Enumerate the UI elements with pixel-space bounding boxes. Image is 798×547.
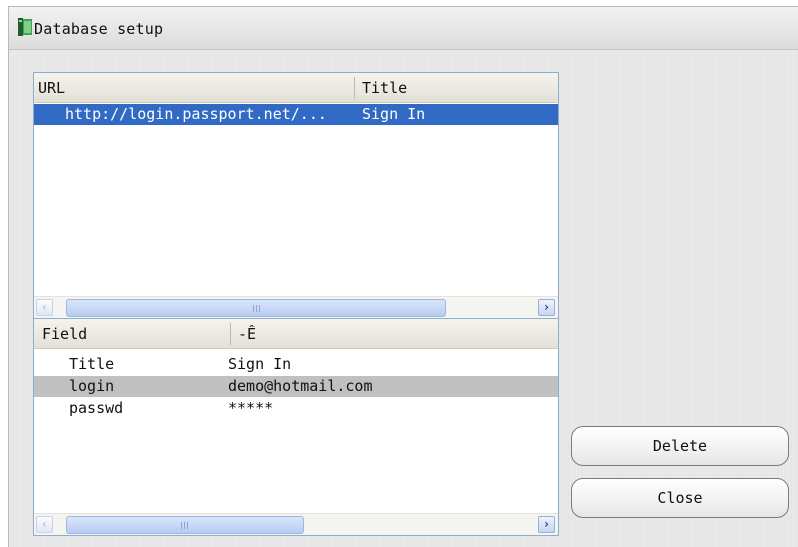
close-button[interactable]: Close xyxy=(571,478,789,518)
url-list-header: URL Title xyxy=(34,73,558,103)
field-list-horizontal-scrollbar[interactable]: ‹ › xyxy=(34,513,558,535)
column-header-value[interactable]: -Ê xyxy=(232,319,552,348)
field-row[interactable]: passwd ***** xyxy=(34,398,558,419)
field-name-cell: Title xyxy=(69,355,115,373)
scroll-left-icon[interactable]: ‹ xyxy=(36,299,53,316)
field-name-cell: passwd xyxy=(69,399,124,417)
field-row[interactable]: login demo@hotmail.com xyxy=(34,376,558,397)
title-bar: Database setup xyxy=(9,7,798,50)
column-header-title[interactable]: Title xyxy=(356,73,556,102)
app-book-icon xyxy=(17,17,33,37)
column-header-field[interactable]: Field xyxy=(34,319,230,348)
field-value-cell: demo@hotmail.com xyxy=(228,377,373,395)
dialog-body: URL Title http://login.passport.net/... … xyxy=(9,50,798,547)
scrollbar-thumb[interactable] xyxy=(66,516,304,534)
column-header-url[interactable]: URL xyxy=(34,73,354,102)
title-cell: Sign In xyxy=(362,105,426,123)
scrollbar-thumb[interactable] xyxy=(66,299,446,317)
field-value-cell: Sign In xyxy=(228,355,292,373)
scroll-right-icon[interactable]: › xyxy=(538,516,555,533)
column-divider[interactable] xyxy=(354,77,355,99)
field-row[interactable]: Title Sign In xyxy=(34,354,558,375)
scroll-right-icon[interactable]: › xyxy=(538,299,555,316)
window-title: Database setup xyxy=(34,20,164,38)
url-list[interactable]: URL Title http://login.passport.net/... … xyxy=(33,72,559,319)
delete-button[interactable]: Delete xyxy=(571,426,789,466)
column-divider[interactable] xyxy=(230,323,231,345)
field-list[interactable]: Field -Ê Title Sign In login demo@hotmai… xyxy=(33,318,559,536)
field-list-header: Field -Ê xyxy=(34,319,558,349)
url-list-horizontal-scrollbar[interactable]: ‹ › xyxy=(34,296,558,318)
field-name-cell: login xyxy=(69,377,115,395)
grip-icon xyxy=(253,305,260,312)
grip-icon xyxy=(181,522,188,529)
field-value-cell: ***** xyxy=(228,399,274,417)
database-setup-window: Database setup URL Title http://login.pa… xyxy=(8,6,798,547)
scroll-left-icon[interactable]: ‹ xyxy=(36,516,53,533)
url-cell: http://login.passport.net/... xyxy=(65,105,327,123)
url-row[interactable]: http://login.passport.net/... Sign In xyxy=(34,104,558,125)
